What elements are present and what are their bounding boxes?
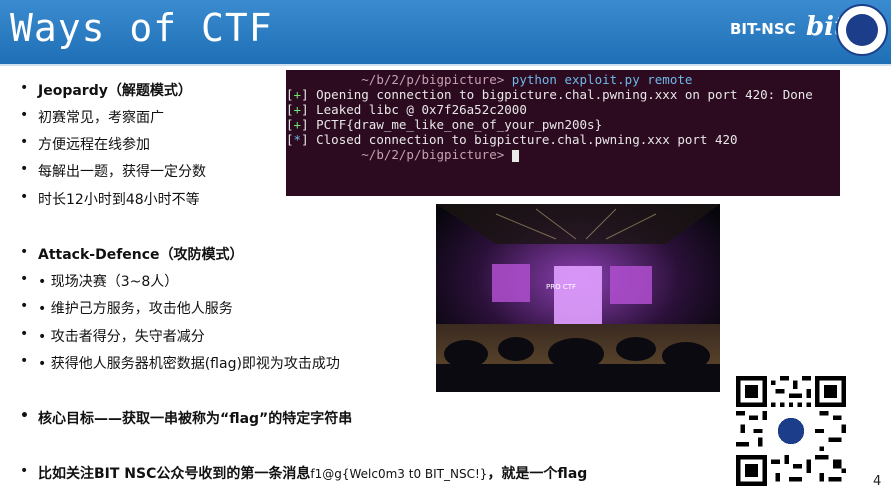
list-item: • 维护己方服务，攻击他人服务: [20, 298, 233, 318]
list-item: • 攻击者得分，失守者减分: [20, 326, 205, 346]
attack-defence-heading: Attack-Defence（攻防模式）: [20, 244, 244, 264]
cursor: [511, 149, 519, 162]
page-number: 4: [873, 474, 882, 489]
flag-example: 比如关注BIT NSC公众号收到的第一条消息f1@g{Welc0m3 t0 BI…: [20, 463, 587, 483]
bit-logo: bit: [806, 12, 847, 42]
jeopardy-heading: Jeopardy（解题模式）: [20, 80, 192, 100]
core-goal: 核心目标——获取一串被称为“flag”的特定字符串: [20, 408, 352, 428]
list-item: 每解出一题，获得一定分数: [20, 161, 206, 181]
list-item: 时长12小时到48小时不等: [20, 189, 200, 209]
terminal-screenshot: ~/b/2/p/bigpicture> python exploit.py re…: [286, 70, 840, 196]
university-seal-icon: [836, 4, 888, 56]
brand-text: BIT-NSC: [730, 20, 796, 38]
slide-header: Ways of CTF BIT-NSC bit: [0, 0, 891, 66]
list-item: • 获得他人服务器机密数据(flag)即视为攻击成功: [20, 353, 340, 373]
screen-text: PRO CTF: [546, 283, 576, 291]
list-item: • 现场决赛（3~8人）: [20, 271, 178, 291]
ctf-venue-photo: PRO CTF: [436, 204, 720, 392]
list-item: 方便远程在线参加: [20, 134, 150, 154]
qr-code-image: [736, 376, 846, 486]
qr-code: [736, 376, 846, 486]
slide-title: Ways of CTF: [10, 6, 273, 50]
list-item: 初赛常见，考察面广: [20, 107, 164, 127]
venue-illustration: PRO CTF: [436, 204, 720, 392]
